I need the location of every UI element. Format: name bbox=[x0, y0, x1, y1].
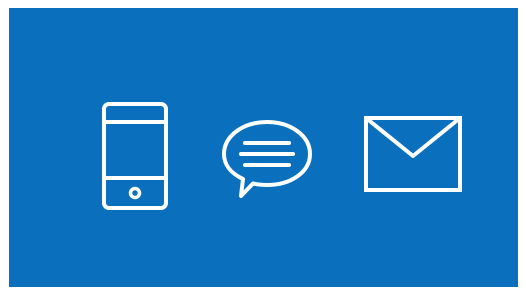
contact-methods-banner bbox=[9, 8, 518, 287]
chat-bubble-icon bbox=[219, 118, 315, 200]
envelope-icon bbox=[362, 114, 464, 194]
mobile-phone-icon bbox=[100, 100, 170, 212]
